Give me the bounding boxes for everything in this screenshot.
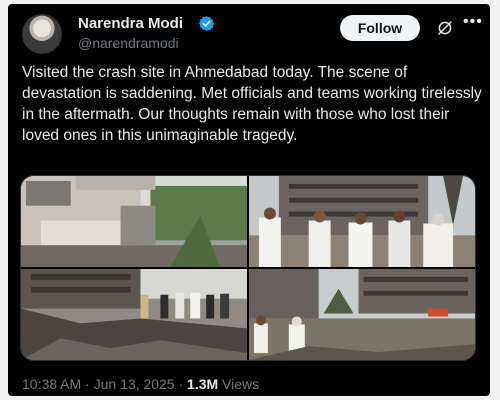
grok-icon[interactable] bbox=[436, 19, 454, 37]
tweet-meta: 10:38 AM · Jun 13, 2025 · 1.3M Views bbox=[22, 376, 259, 392]
post-date[interactable]: Jun 13, 2025 bbox=[94, 376, 175, 392]
author-handle[interactable]: @narendramodi bbox=[78, 35, 179, 51]
follow-button[interactable]: Follow bbox=[340, 15, 420, 41]
views-count: 1.3M bbox=[187, 376, 219, 392]
debris-walkthrough-photo[interactable] bbox=[21, 269, 247, 360]
meta-separator: · bbox=[178, 376, 184, 392]
post-time[interactable]: 10:38 AM bbox=[22, 376, 81, 392]
officials-meeting-photo[interactable] bbox=[249, 176, 475, 267]
author-name[interactable]: Narendra Modi bbox=[78, 15, 183, 32]
site-inspection-photo[interactable] bbox=[249, 269, 475, 360]
views-label: Views bbox=[222, 376, 260, 392]
author-avatar[interactable] bbox=[22, 14, 62, 54]
meta-separator: · bbox=[85, 376, 90, 392]
media-grid bbox=[20, 175, 476, 361]
tweet-card: Narendra Modi @narendramodi Follow ••• V… bbox=[8, 4, 490, 396]
more-options-icon[interactable]: ••• bbox=[463, 13, 483, 31]
verified-badge-icon bbox=[198, 16, 215, 31]
crash-site-building-photo[interactable] bbox=[21, 176, 247, 267]
tweet-text: Visited the crash site in Ahmedabad toda… bbox=[22, 64, 482, 144]
